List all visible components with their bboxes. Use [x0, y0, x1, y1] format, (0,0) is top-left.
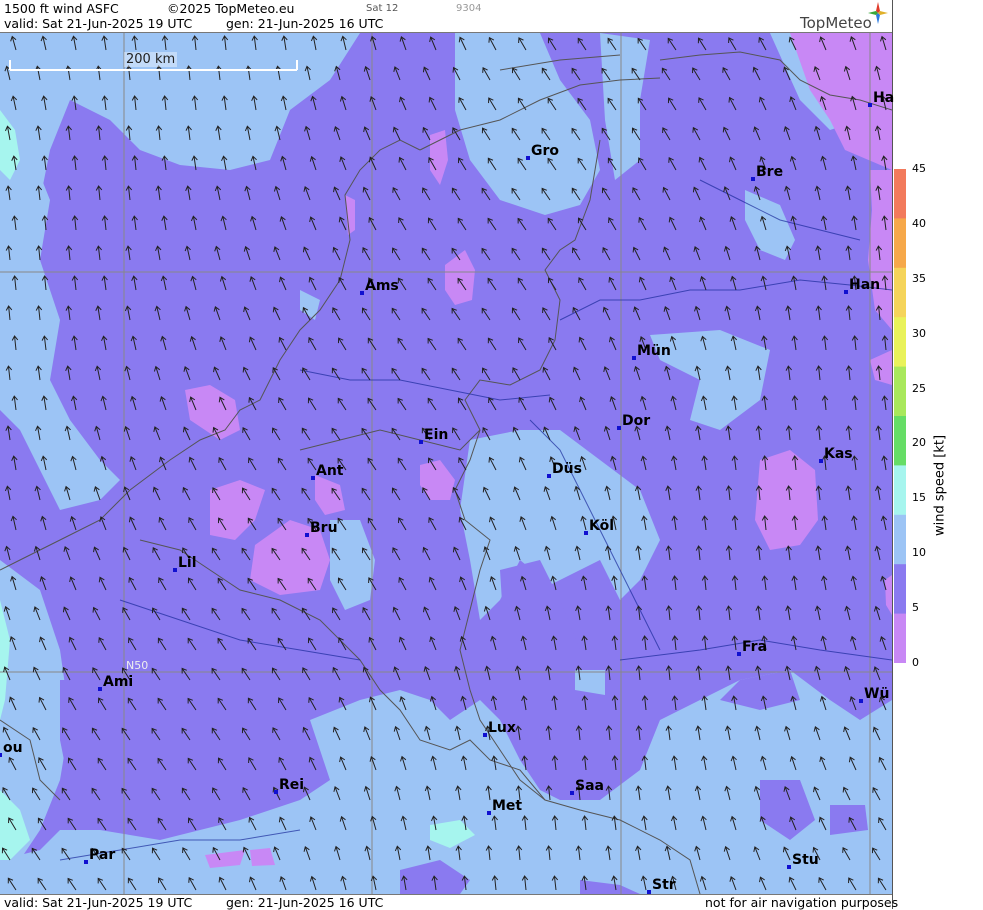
- code-tag: 9304: [456, 3, 482, 14]
- city-label: Ami: [103, 674, 134, 690]
- city-label: Saa: [575, 778, 604, 794]
- city-marker: [360, 291, 364, 295]
- city-label: Han: [849, 277, 881, 293]
- city-marker: [311, 476, 315, 480]
- city-label: Met: [492, 798, 523, 814]
- colorbar-segment: [894, 465, 906, 516]
- colorbar-segment: [894, 613, 906, 663]
- city-marker: [868, 103, 872, 107]
- valid-time: valid: Sat 21-Jun-2025 19 UTC: [4, 16, 193, 31]
- colorbar-tick-label: 25: [912, 381, 926, 395]
- colorbar-tick-label: 35: [912, 271, 926, 285]
- city-marker: [274, 790, 278, 794]
- city-marker: [859, 699, 863, 703]
- city-marker: [305, 533, 309, 537]
- city-label: Str: [652, 877, 676, 893]
- map-header: 1500 ft wind ASFC ©2025 TopMeteo.eu Sat …: [0, 0, 892, 33]
- city-marker: [84, 860, 88, 864]
- city-label: Dor: [622, 413, 651, 429]
- colorbar-segment: [894, 514, 906, 565]
- footer-generated-time: gen: 21-Jun-2025 16 UTC: [226, 895, 384, 910]
- run-tag: Sat 12: [366, 3, 399, 14]
- colorbar-tick-label: 45: [912, 162, 926, 175]
- colorbar-segment: [894, 218, 906, 269]
- colorbar-tick-label: 10: [912, 546, 926, 560]
- city-label: Par: [89, 847, 116, 863]
- topmeteo-logo: TopMeteo: [800, 14, 872, 32]
- city-marker: [487, 811, 491, 815]
- product-title: 1500 ft wind ASFC: [4, 1, 119, 16]
- disclaimer: not for air navigation purposes: [705, 895, 899, 910]
- city-marker: [751, 177, 755, 181]
- logo-text: TopMeteo: [800, 14, 872, 32]
- city-marker: [526, 156, 530, 160]
- city-label: Fra: [742, 639, 768, 655]
- city-label: Wü: [864, 686, 890, 702]
- copyright-text: ©2025 TopMeteo.eu: [167, 1, 295, 16]
- city-marker: [483, 733, 487, 737]
- city-label: Stu: [792, 852, 819, 868]
- colorbar-segment: [894, 169, 906, 219]
- city-label: Köl: [589, 518, 615, 534]
- city-label: Kas: [824, 446, 853, 462]
- colorbar-tick-label: 20: [912, 436, 926, 450]
- city-marker: [547, 474, 551, 478]
- city-label: ou: [3, 740, 23, 756]
- wind-map-canvas: [0, 33, 892, 894]
- colorbar-tick-label: 0: [912, 656, 919, 669]
- footer-valid-time: valid: Sat 21-Jun-2025 19 UTC: [4, 895, 193, 910]
- city-label: Gro: [531, 143, 560, 159]
- latitude-label: N50: [126, 659, 149, 672]
- colorbar-unit-label: wind speed [kt]: [932, 434, 948, 537]
- city-label: Lux: [488, 720, 516, 736]
- city-marker: [173, 568, 177, 572]
- colorbar-segment: [894, 366, 906, 417]
- city-label: Bre: [756, 164, 784, 180]
- colorbar-tick-label: 40: [912, 216, 926, 230]
- city-marker: [584, 531, 588, 535]
- city-marker: [737, 652, 741, 656]
- city-label: Ha: [873, 90, 895, 106]
- colorbar-segment: [894, 416, 906, 466]
- colorbar-tick-label: 30: [912, 326, 926, 340]
- colorbar-tick-label: 15: [912, 491, 926, 505]
- city-label: Ams: [365, 278, 399, 294]
- city-marker: [419, 440, 423, 444]
- city-label: Lil: [178, 555, 197, 571]
- map-footer: valid: Sat 21-Jun-2025 19 UTC gen: 21-Ju…: [0, 894, 898, 910]
- wind-speed-colorbar: [894, 169, 906, 663]
- generated-time: gen: 21-Jun-2025 16 UTC: [226, 16, 384, 31]
- city-marker: [787, 865, 791, 869]
- city-marker: [98, 687, 102, 691]
- city-label: Rei: [279, 777, 305, 793]
- wind-map: [0, 33, 892, 894]
- city-label: Düs: [552, 461, 582, 477]
- city-label: Ein: [424, 427, 449, 443]
- colorbar-tick-label: 5: [912, 601, 919, 615]
- city-marker: [617, 426, 621, 430]
- colorbar-segment: [894, 267, 906, 318]
- city-marker: [632, 356, 636, 360]
- compass-star-icon: [868, 2, 888, 24]
- colorbar-segment: [894, 564, 906, 615]
- scale-bar-label: 200 km: [124, 52, 178, 67]
- city-marker: [0, 753, 2, 757]
- city-marker: [819, 459, 823, 463]
- city-label: Mün: [637, 343, 671, 359]
- colorbar-segment: [894, 317, 906, 368]
- city-marker: [570, 791, 574, 795]
- city-label: Bru: [310, 520, 338, 536]
- city-label: Ant: [316, 463, 344, 479]
- city-marker: [844, 290, 848, 294]
